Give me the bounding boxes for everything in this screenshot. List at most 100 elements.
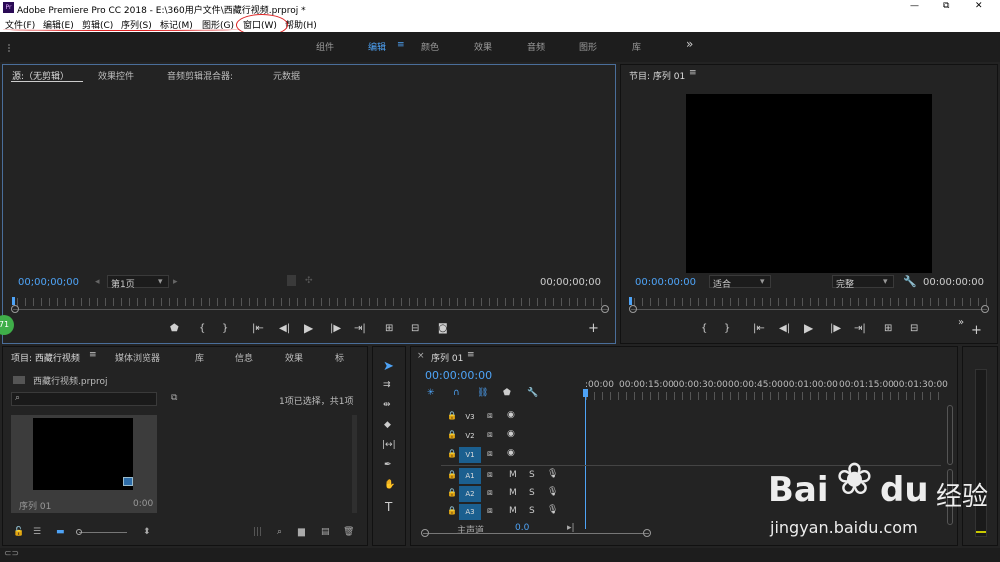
go-to-out-icon[interactable]: ⇥|	[854, 323, 866, 334]
program-menu-icon[interactable]: ≡	[689, 68, 697, 78]
button-editor-icon[interactable]: +	[588, 321, 599, 336]
lock-icon[interactable]: 🔒	[447, 449, 457, 458]
sync-lock-icon[interactable]: ⧈	[487, 470, 493, 480]
lock-icon[interactable]: 🔒	[447, 430, 457, 439]
sort-icon[interactable]: ⬍	[143, 527, 151, 537]
search-input[interactable]: ⌕	[11, 392, 157, 406]
eye-icon[interactable]: ◉	[507, 448, 515, 458]
close-icon[interactable]: ×	[417, 351, 425, 361]
timeline-timecode[interactable]: 00:00:00:00	[425, 369, 492, 382]
timeline-ruler[interactable]	[586, 392, 942, 400]
timeline-playhead[interactable]	[583, 389, 588, 397]
clip-thumbnail[interactable]: 序列 01 0:00	[11, 415, 157, 513]
button-editor-icon[interactable]: +	[971, 323, 982, 338]
solo-icon[interactable]: S	[529, 506, 535, 516]
eye-icon[interactable]: ◉	[507, 429, 515, 439]
razor-tool-icon[interactable]: ◆	[384, 420, 391, 430]
overwrite-icon[interactable]: ⊟	[411, 323, 419, 334]
microphone-icon[interactable]: 🎙	[547, 487, 558, 497]
automate-icon[interactable]: |||	[253, 527, 262, 537]
sync-lock-icon[interactable]: ⧈	[487, 449, 493, 459]
track-target-v1[interactable]: V1	[459, 447, 481, 463]
lock-icon[interactable]: 🔒	[447, 488, 457, 497]
export-frame-icon[interactable]: ◙	[438, 323, 448, 334]
zoom-slider-handle[interactable]	[76, 529, 82, 535]
workspace-tab-assembly[interactable]: 组件	[316, 40, 334, 53]
tab-effect-controls[interactable]: 效果控件	[98, 69, 134, 82]
go-to-end-icon[interactable]: ▸|	[567, 523, 575, 533]
go-to-in-icon[interactable]: |⇤	[252, 323, 264, 334]
play-icon[interactable]: ▶	[304, 321, 313, 335]
extract-icon[interactable]: ⊟	[910, 323, 918, 334]
sync-lock-icon[interactable]: ⧈	[487, 411, 493, 421]
program-zoom-handle-left[interactable]	[629, 305, 637, 313]
source-zoom-bar[interactable]	[13, 309, 609, 310]
go-to-in-icon[interactable]: |⇤	[753, 323, 765, 334]
workspace-tab-effects[interactable]: 效果	[474, 40, 492, 53]
step-back-icon[interactable]: ◀|	[279, 323, 290, 334]
quality-select[interactable]: 完整 ▾	[832, 275, 894, 290]
add-marker-icon[interactable]: ⬟	[170, 323, 179, 334]
project-scrollbar[interactable]	[352, 415, 357, 513]
sync-lock-icon[interactable]: ⧈	[487, 488, 493, 498]
new-bin-icon[interactable]: ▆	[298, 527, 305, 537]
step-forward-icon[interactable]: |▶	[330, 323, 341, 334]
track-target-a3[interactable]: A3	[459, 504, 481, 520]
track-target-v2[interactable]: V2	[459, 428, 481, 444]
track-target-v3[interactable]: V3	[459, 409, 481, 425]
mark-in-icon[interactable]: {	[701, 323, 707, 334]
timeline-hscroll-left[interactable]	[421, 529, 429, 537]
tab-project[interactable]: 项目: 西藏行视频	[11, 351, 80, 364]
insert-icon[interactable]: ⊞	[385, 323, 393, 334]
source-timecode[interactable]: 00;00;00;00	[18, 277, 79, 288]
workspace-tab-graphics[interactable]: 图形	[579, 40, 597, 53]
source-playhead[interactable]	[12, 297, 15, 305]
tab-audio-clip-mixer[interactable]: 音频剪辑混合器:	[167, 69, 233, 82]
step-back-icon[interactable]: ◀|	[779, 323, 790, 334]
mute-icon[interactable]: M	[509, 470, 517, 480]
timeline-settings-icon[interactable]: 🔧	[527, 388, 538, 398]
workspace-tab-audio[interactable]: 音频	[527, 40, 545, 53]
go-to-out-icon[interactable]: ⇥|	[354, 323, 366, 334]
mute-icon[interactable]: M	[509, 506, 517, 516]
more-controls-icon[interactable]: »	[958, 317, 964, 328]
track-target-a2[interactable]: A2	[459, 486, 481, 502]
mark-out-icon[interactable]: }	[222, 323, 228, 334]
project-menu-icon[interactable]: ≡	[89, 350, 97, 360]
tab-markers[interactable]: 标	[335, 351, 344, 364]
timeline-menu-icon[interactable]: ≡	[467, 350, 475, 360]
render-status-icon[interactable]: ⊂⊃	[4, 549, 19, 559]
page-next-icon[interactable]: ▸	[173, 277, 178, 287]
tab-libraries[interactable]: 库	[195, 351, 204, 364]
nest-icon[interactable]: ✳	[427, 388, 435, 398]
microphone-icon[interactable]: 🎙	[547, 505, 558, 515]
program-zoom-bar[interactable]	[631, 309, 987, 310]
type-tool-icon[interactable]: T	[385, 500, 392, 514]
program-title[interactable]: 节目: 序列 01	[629, 69, 685, 82]
timeline-hscroll-right[interactable]	[643, 529, 651, 537]
page-select[interactable]: 第1页 ▾	[107, 275, 169, 290]
wrench-icon[interactable]: 🔧	[903, 275, 917, 288]
sync-lock-icon[interactable]: ⧈	[487, 430, 493, 440]
source-zoom-handle-right[interactable]	[601, 305, 609, 313]
tab-metadata[interactable]: 元数据	[273, 69, 300, 82]
snap-icon[interactable]: ∩	[453, 388, 460, 398]
workspace-tab-color[interactable]: 颜色	[421, 40, 439, 53]
icon-view-icon[interactable]: ▬	[56, 527, 65, 537]
minimize-button[interactable]: —	[910, 1, 919, 11]
hand-tool-icon[interactable]: ✋	[384, 480, 395, 490]
close-button[interactable]: ✕	[975, 1, 983, 11]
workspace-menu-icon[interactable]: ≡	[397, 40, 405, 50]
lock-icon[interactable]: 🔒	[447, 411, 457, 420]
program-timecode[interactable]: 00:00:00:00	[635, 277, 696, 288]
mark-out-icon[interactable]: }	[724, 323, 730, 334]
master-value[interactable]: 0.0	[515, 523, 529, 533]
workspace-tab-editing[interactable]: 编辑	[368, 40, 386, 53]
restore-button[interactable]: ⧉	[943, 1, 949, 11]
timeline-tab[interactable]: 序列 01	[431, 351, 463, 364]
tab-media-browser[interactable]: 媒体浏览器	[115, 351, 160, 364]
mark-in-icon[interactable]: {	[199, 323, 205, 334]
clear-icon[interactable]: 🗑	[343, 527, 354, 537]
step-forward-icon[interactable]: |▶	[830, 323, 841, 334]
slip-tool-icon[interactable]: |↔|	[382, 440, 396, 450]
